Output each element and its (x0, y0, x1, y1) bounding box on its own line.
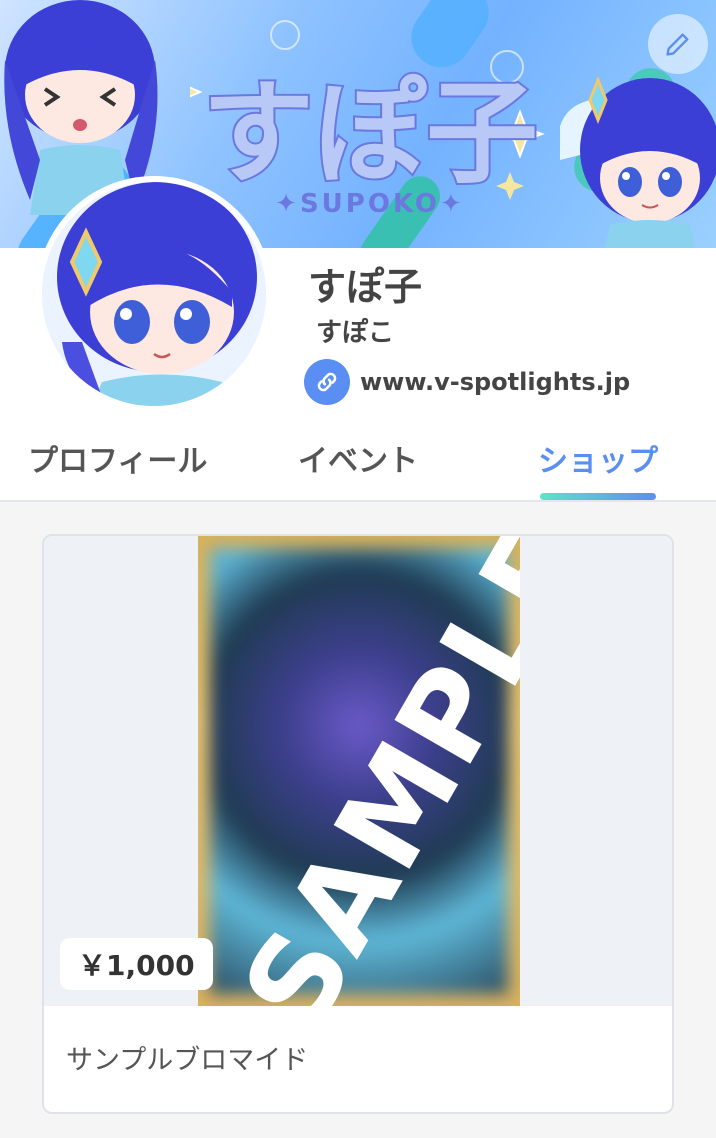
tab-shop[interactable]: ショップ (538, 436, 658, 480)
profile-link[interactable]: www.v-spotlights.jp (304, 358, 630, 406)
link-icon (304, 359, 350, 405)
banner-logo-subtitle: ✦SUPOKO✦ (275, 189, 465, 219)
avatar-illustration (42, 182, 266, 406)
profile-handle: すぽこ (316, 318, 395, 348)
product-title: サンプルブロマイド (66, 1045, 309, 1076)
edit-profile-button[interactable] (648, 14, 708, 74)
profile-avatar[interactable] (36, 176, 272, 412)
banner-logo-title: すぽ子 (202, 69, 538, 199)
pencil-icon (666, 33, 689, 56)
display-name: すぽ子 (308, 265, 423, 309)
profile-link-text[interactable]: www.v-spotlights.jp (360, 368, 630, 396)
product-image-area: SAMPLE ￥1,000 (44, 536, 672, 1006)
chibi-right-illustration (560, 75, 716, 248)
product-image: SAMPLE (198, 536, 520, 1006)
profile-tabs: プロフィール イベント ショップ (0, 424, 716, 502)
price-badge: ￥1,000 (60, 938, 213, 990)
tab-events[interactable]: イベント (298, 436, 418, 480)
tab-profile[interactable]: プロフィール (28, 436, 207, 480)
product-card[interactable]: SAMPLE ￥1,000 サンプルブロマイド (42, 534, 674, 1114)
banner-logo: すぽ子 ✦SUPOKO✦ (190, 67, 545, 219)
active-tab-indicator (540, 493, 656, 500)
shop-content: SAMPLE ￥1,000 サンプルブロマイド (0, 502, 716, 1138)
banner-bubble (270, 20, 300, 50)
